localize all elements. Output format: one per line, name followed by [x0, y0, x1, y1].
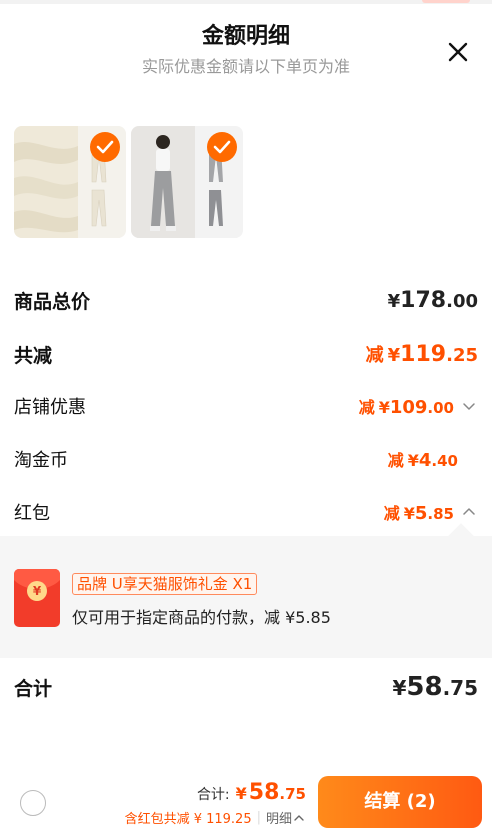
total-discount-row: 共减 减 ¥119.25 [14, 339, 478, 369]
amount-decimal: .85 [427, 505, 454, 523]
total-discount-value: 减 ¥119.25 [366, 341, 478, 367]
select-all-radio[interactable] [20, 790, 46, 816]
currency-symbol: ¥ [235, 784, 247, 803]
shop-discount-label: 店铺优惠 [14, 397, 86, 418]
check-icon [96, 140, 114, 154]
selected-check [207, 132, 237, 162]
amount-decimal: .75 [442, 676, 478, 700]
footer-discount-text: 含红包共减 ¥ 119.25 [124, 812, 252, 827]
currency-symbol: ¥ [378, 398, 390, 417]
page-subtitle: 实际优惠金额请以下单页为准 [141, 57, 350, 76]
footer-separator: | [256, 810, 261, 825]
shop-discount-value: 减 ¥109.00 [359, 394, 478, 418]
amount-decimal: .75 [279, 785, 306, 803]
check-icon [213, 140, 231, 154]
amount-decimal: .00 [446, 290, 478, 312]
red-packet-value: 减 ¥5.85 [384, 500, 478, 524]
footer-total: 合计: ¥58.75 [197, 780, 306, 805]
detail-label: 明细 [265, 812, 292, 827]
amount-integer: 119 [400, 342, 447, 367]
footer-total-label: 合计: [196, 787, 230, 803]
discount-prefix: 减 [383, 504, 400, 523]
taojinbi-value: 减 ¥4.40 [388, 447, 458, 471]
chevron-up-icon [294, 814, 304, 821]
close-button[interactable] [442, 36, 474, 68]
top-edge [0, 0, 492, 4]
total-discount-label: 共减 [14, 344, 53, 367]
amount-decimal: .40 [431, 452, 458, 470]
total-price-row: 商品总价 ¥178.00 [14, 285, 478, 315]
discount-prefix: 减 [365, 345, 384, 366]
currency-symbol: ¥ [407, 451, 419, 470]
amount-integer: 58 [248, 780, 280, 805]
red-packet-label: 红包 [14, 503, 50, 524]
currency-symbol: ¥ [403, 504, 415, 523]
checkout-button[interactable]: 结算 (2) [318, 776, 482, 828]
taojinbi-row: 淘金币 减 ¥4.40 [14, 444, 478, 474]
red-packet-row[interactable]: 红包 减 ¥5.85 [14, 497, 478, 527]
grand-total-label: 合计 [14, 677, 53, 700]
chevron-down-icon[interactable] [460, 397, 478, 415]
total-price-label: 商品总价 [14, 290, 91, 313]
red-packet-detail-panel: ¥ 品牌 U享天猫服饰礼金 X1 仅可用于指定商品的付款，减 ¥5.85 [0, 523, 492, 658]
detail-toggle[interactable]: 明细 [266, 808, 306, 827]
product-thumbnail[interactable] [131, 126, 243, 238]
currency-symbol: ¥ [387, 345, 401, 366]
amount-integer: 178 [400, 287, 447, 313]
taojinbi-label: 淘金币 [14, 450, 68, 471]
amount-decimal: .00 [427, 399, 454, 417]
currency-symbol: ¥ [387, 290, 401, 312]
checkout-bar: 合计: ¥58.75 含红包共减 ¥ 119.25 | 明细 结算 (2) [0, 760, 492, 836]
chevron-up-icon[interactable] [460, 503, 478, 521]
panel-notch [448, 523, 474, 549]
currency-symbol: ¥ [392, 676, 407, 700]
selected-check [90, 132, 120, 162]
amount-integer: 5 [414, 503, 428, 524]
product-thumbnail[interactable] [14, 126, 126, 238]
coupon-description: 仅可用于指定商品的付款，减 ¥5.85 [72, 608, 331, 627]
amount-integer: 4 [418, 450, 432, 471]
grand-total-row: 合计 ¥58.75 [14, 672, 478, 702]
footer-discount-summary: 含红包共减 ¥ 119.25 | 明细 [125, 808, 306, 827]
total-price-value: ¥178.00 [388, 288, 478, 313]
amount-integer: 58 [406, 672, 443, 702]
discount-prefix: 减 [387, 451, 404, 470]
amount-decimal: .25 [446, 345, 478, 366]
shop-discount-row[interactable]: 店铺优惠 减 ¥109.00 [14, 391, 478, 421]
close-icon [448, 42, 468, 62]
red-packet-coin: ¥ [27, 581, 47, 601]
grand-total-value: ¥58.75 [392, 672, 478, 702]
red-packet-icon: ¥ [14, 569, 60, 627]
amount-integer: 109 [389, 397, 428, 418]
top-edge-accent [422, 0, 470, 3]
discount-prefix: 减 [358, 398, 375, 417]
coupon-tag: 品牌 U享天猫服饰礼金 X1 [72, 573, 258, 595]
page-title: 金额明细 [201, 24, 290, 49]
